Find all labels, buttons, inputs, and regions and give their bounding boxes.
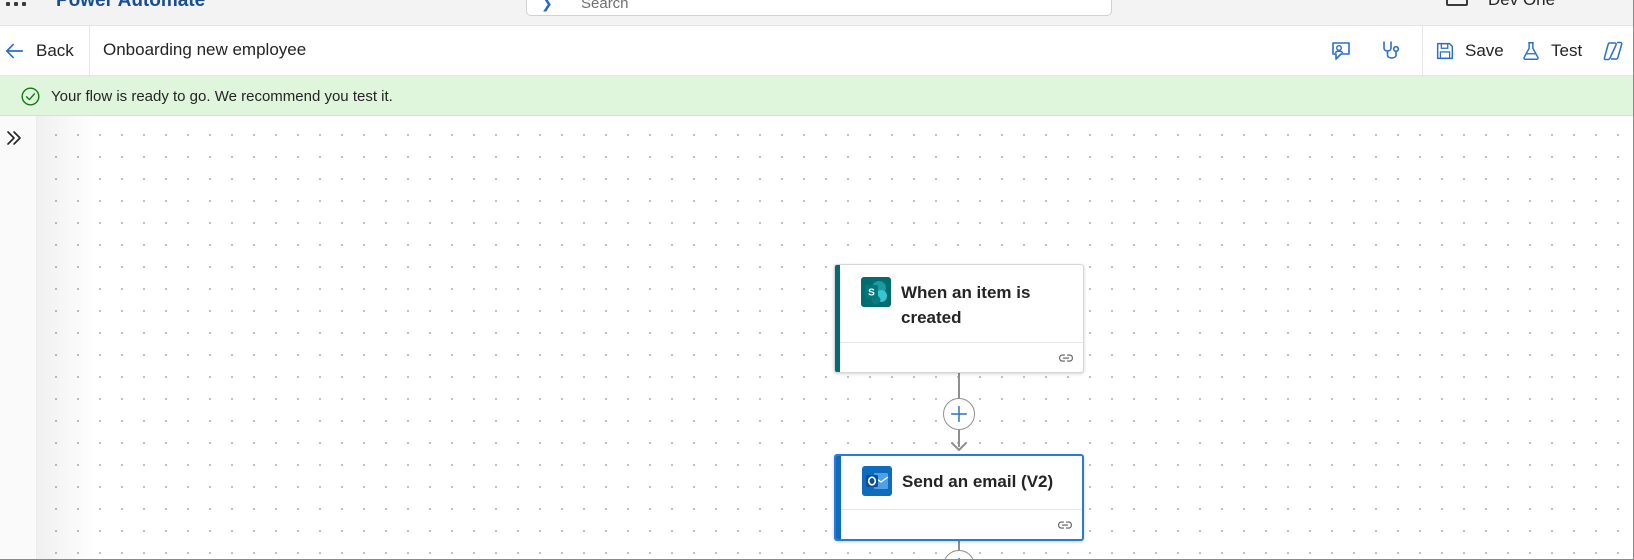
command-divider <box>89 26 90 76</box>
copilot-button[interactable] <box>1598 37 1628 65</box>
save-button[interactable]: Save <box>1434 37 1504 65</box>
card-footer <box>840 342 1083 372</box>
expand-panel-icon[interactable] <box>2 126 26 150</box>
sharepoint-icon: S <box>861 277 891 307</box>
test-label: Test <box>1551 41 1583 60</box>
app-name[interactable]: Power Automate <box>56 0 205 12</box>
banner-message: Your flow is ready to go. We recommend y… <box>51 88 393 105</box>
command-divider <box>1422 26 1423 76</box>
flow-checker-icon <box>1383 41 1400 59</box>
suite-header: Power Automate ❯ Search Dev One <box>0 0 1633 26</box>
outlook-icon <box>862 466 892 496</box>
test-flask-icon <box>1523 42 1539 60</box>
save-icon <box>1436 42 1454 60</box>
feedback-button[interactable] <box>1326 37 1356 65</box>
flow-title[interactable]: Onboarding new employee <box>103 40 306 60</box>
back-button[interactable]: Back <box>4 36 74 66</box>
app-launcher-icon[interactable] <box>6 0 26 6</box>
trigger-card[interactable]: S When an item is created <box>834 264 1084 373</box>
command-bar: Back Onboarding new employee Save Test <box>0 26 1633 76</box>
card-title: Send an email (V2) <box>902 472 1054 491</box>
save-label: Save <box>1465 41 1504 60</box>
copilot-icon <box>1603 41 1623 61</box>
account-icon[interactable] <box>1446 0 1468 6</box>
left-rail <box>0 116 37 559</box>
card-title: When an item is created <box>901 283 1031 327</box>
svg-text:S: S <box>868 288 875 299</box>
check-circle-icon <box>21 87 40 106</box>
flow-checker-button[interactable] <box>1376 37 1406 65</box>
connector-line <box>958 373 960 401</box>
search-icon: ❯ <box>541 0 553 11</box>
arrow-left-icon <box>5 43 24 59</box>
connection-link-icon[interactable] <box>1056 516 1074 534</box>
plus-icon <box>950 405 968 423</box>
search-placeholder: Search <box>581 0 629 12</box>
test-button[interactable]: Test <box>1520 37 1582 65</box>
success-banner: Your flow is ready to go. We recommend y… <box>0 76 1633 116</box>
feedback-icon <box>1332 42 1350 60</box>
back-label: Back <box>36 41 74 60</box>
arrow-down-icon <box>951 442 967 451</box>
insert-step-button[interactable] <box>943 398 975 430</box>
connection-link-icon[interactable] <box>1057 349 1075 367</box>
card-footer <box>841 509 1082 539</box>
action-card[interactable]: Send an email (V2) <box>834 454 1084 541</box>
plus-icon <box>958 557 960 559</box>
search-input[interactable]: ❯ Search <box>526 0 1112 16</box>
user-name[interactable]: Dev One <box>1488 0 1555 10</box>
power-automate-designer: Power Automate ❯ Search Dev One Back Onb… <box>0 0 1634 560</box>
